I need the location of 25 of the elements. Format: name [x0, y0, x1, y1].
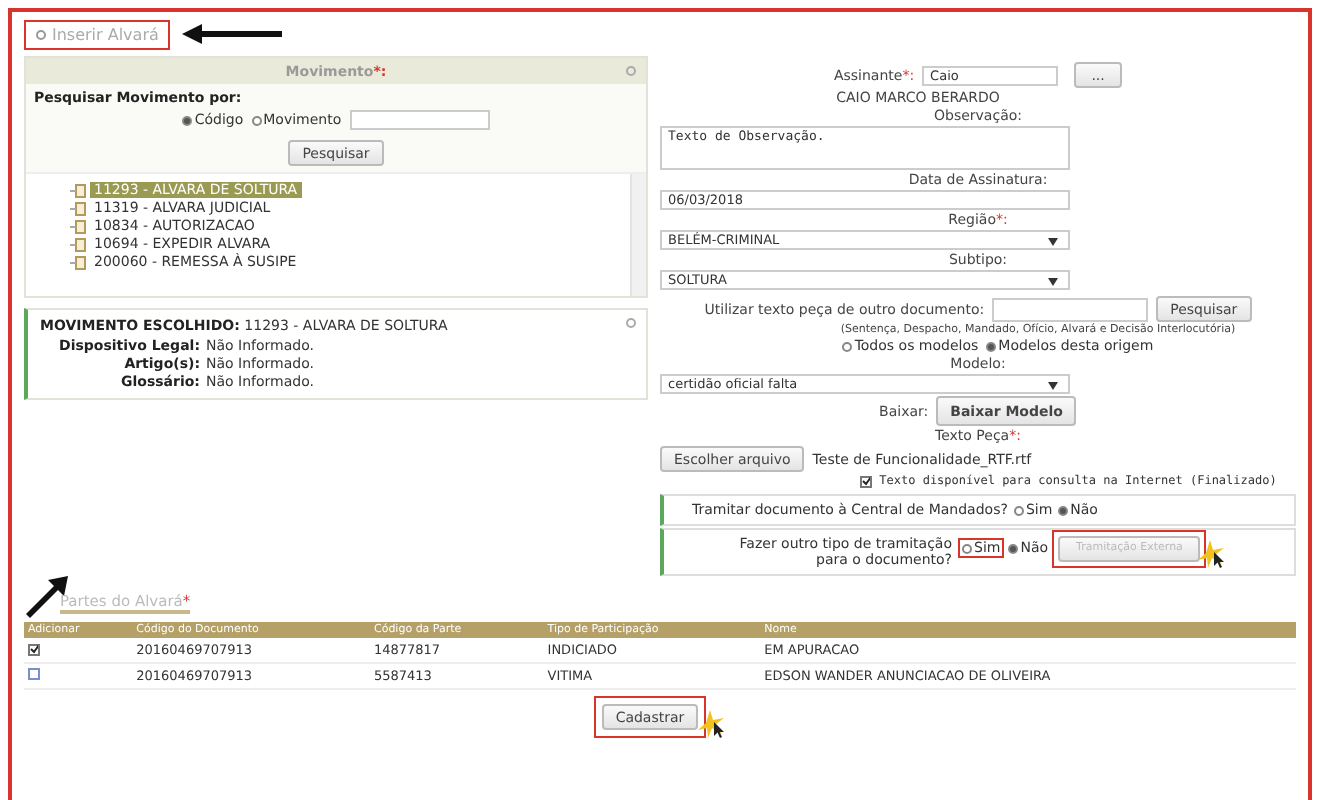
cursor-sparkle-icon — [698, 709, 727, 737]
caret-icon — [1048, 382, 1058, 390]
document-icon — [70, 219, 86, 233]
document-icon — [70, 255, 86, 269]
scrollbar[interactable] — [630, 174, 646, 296]
radio-button[interactable] — [1058, 505, 1069, 515]
check-icon — [861, 476, 870, 486]
caret-icon — [1048, 278, 1058, 286]
radio-button[interactable] — [182, 115, 193, 125]
caret-icon — [1048, 238, 1058, 246]
check-icon — [30, 644, 38, 654]
radio-button[interactable] — [1013, 505, 1024, 515]
document-icon — [70, 237, 86, 251]
other-document-field[interactable] — [992, 297, 1149, 321]
document-icon — [70, 183, 86, 197]
checkbox[interactable] — [28, 668, 40, 680]
radio-button[interactable] — [842, 341, 853, 351]
radio-button[interactable] — [986, 341, 997, 351]
checkbox[interactable] — [859, 475, 872, 487]
radio-button[interactable] — [251, 115, 262, 125]
document-icon — [70, 201, 86, 215]
checkbox[interactable] — [28, 643, 40, 655]
search-field[interactable] — [349, 110, 490, 130]
cursor-sparkle-icon — [1198, 540, 1227, 568]
arrow-icon — [182, 24, 283, 44]
